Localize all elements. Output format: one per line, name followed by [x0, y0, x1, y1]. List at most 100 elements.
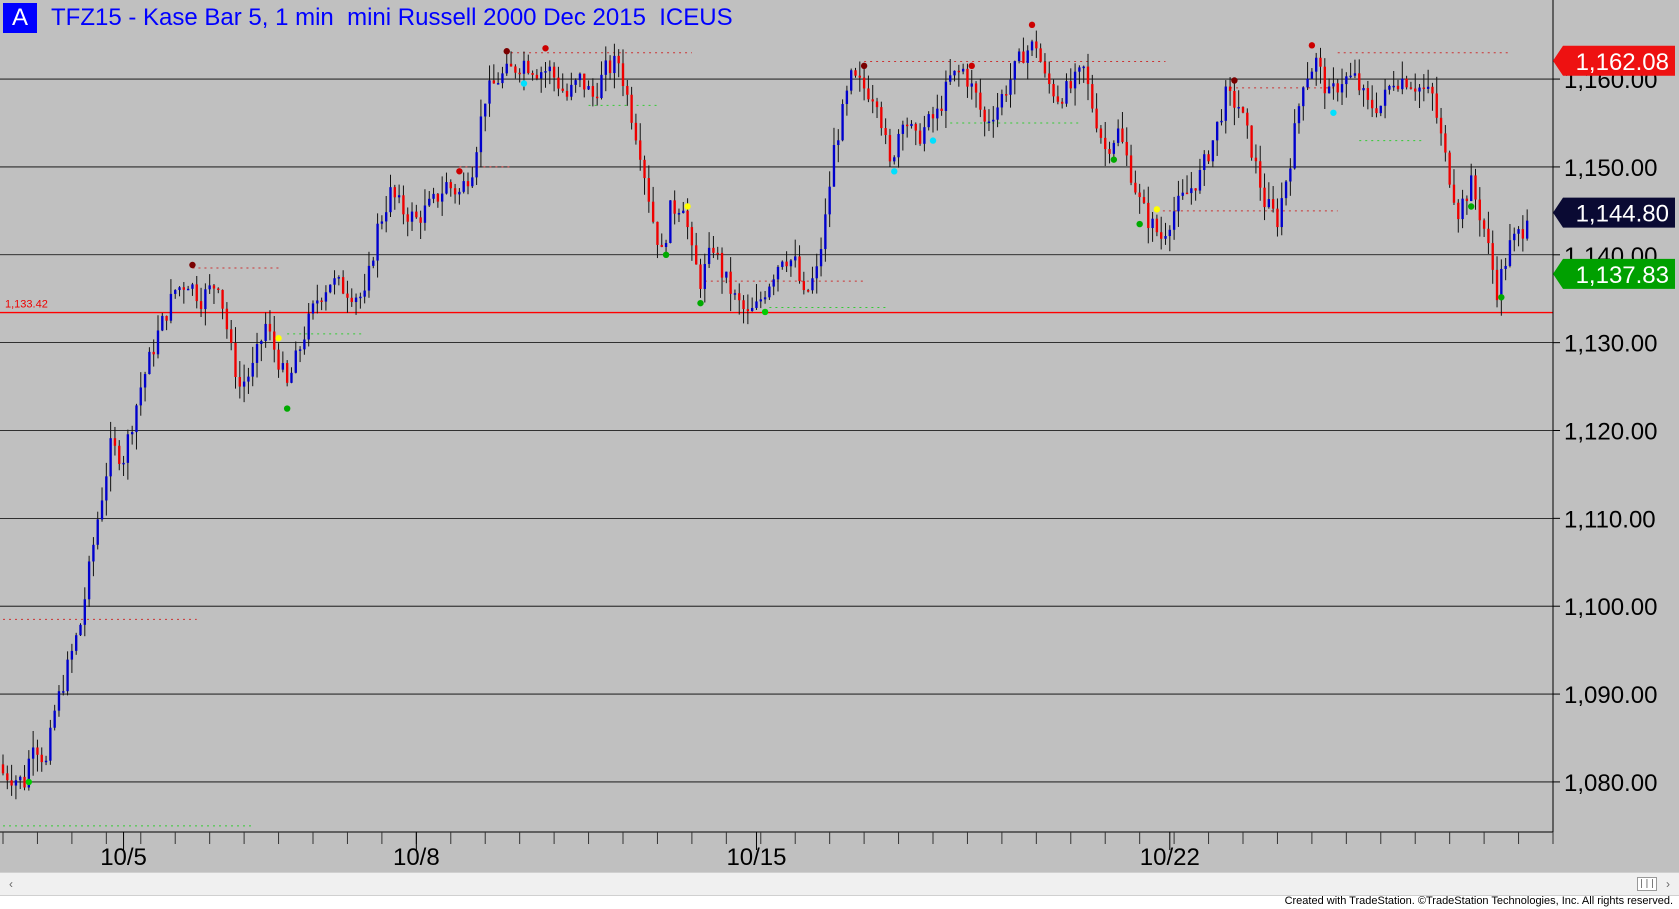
candle-up [380, 221, 384, 224]
indicator-dot [891, 168, 898, 175]
candle-down [152, 351, 155, 355]
chart-title-bar: A TFZ15 - Kase Bar 5, 1 min mini Russell… [3, 3, 733, 33]
candle-up [281, 363, 285, 370]
candle-up [329, 284, 332, 293]
candle-up [970, 83, 973, 87]
candle-up [944, 81, 948, 111]
candle-down [983, 109, 986, 122]
candle-up [548, 66, 551, 72]
indicator-dot [662, 251, 670, 259]
indicator-dot [1110, 156, 1118, 163]
scroll-thumb[interactable]: ||| [1637, 877, 1657, 891]
candle-up [1345, 76, 1348, 85]
candle-down [1052, 84, 1055, 97]
candle-up [1379, 105, 1382, 114]
candle-up [1112, 142, 1116, 154]
candle-up [1151, 218, 1154, 229]
chart: 1,133.42 1,080.00 1,090.00 1,100.00 1,110.0… [0, 0, 1679, 909]
candle-up [1017, 51, 1021, 62]
candle-up [733, 293, 737, 295]
candle-up [372, 260, 375, 266]
candle-down [712, 247, 715, 253]
candle-up [1418, 87, 1421, 92]
candle-up [1078, 67, 1081, 72]
candle-up [316, 300, 319, 304]
candle-up [604, 60, 607, 75]
candle-up [1082, 66, 1085, 69]
candle-up [897, 133, 900, 158]
candle-up [1289, 168, 1292, 182]
candle-down [238, 377, 241, 387]
indicator-dot [189, 261, 196, 269]
candle-down [118, 445, 121, 464]
scroll-left-arrow-icon[interactable]: ‹ [2, 873, 20, 895]
candle-up [1030, 41, 1034, 51]
candle-down [527, 60, 530, 74]
candle-up [156, 330, 160, 355]
candle-down [1259, 161, 1262, 188]
candle-up [1362, 88, 1365, 91]
candle-down [888, 135, 892, 162]
candle-down [699, 264, 702, 289]
candle-up [105, 476, 108, 501]
candle-down [350, 297, 353, 303]
candle-up [66, 659, 69, 692]
candle-up [354, 297, 358, 303]
candle-down [199, 301, 203, 310]
candle-up [303, 339, 306, 350]
candle-up [31, 747, 35, 759]
candle-down [1138, 192, 1141, 198]
candle-up [828, 186, 831, 215]
candle-up [832, 145, 836, 187]
candle-up [845, 90, 849, 105]
candle-down [165, 315, 168, 321]
window-badge[interactable]: A [3, 3, 37, 33]
candle-down [1319, 57, 1322, 67]
candle-up [522, 60, 526, 74]
candle-down [686, 210, 689, 228]
candle-down [1457, 202, 1460, 220]
candle-up [100, 500, 104, 520]
candle-down [1370, 99, 1374, 109]
y-tick-label: 1,150.00 [1564, 155, 1657, 182]
price-tag-label: 1,162.08 [1576, 49, 1669, 76]
x-tick-label: 10/8 [393, 844, 440, 871]
horizontal-scrollbar[interactable]: ‹ ||| › [0, 872, 1679, 896]
candle-up [1293, 123, 1296, 169]
candle-down [23, 776, 26, 788]
candle-up [570, 84, 573, 97]
candle-up [1383, 89, 1387, 106]
candle-up [841, 104, 844, 141]
candle-down [643, 159, 646, 179]
candle-up [479, 116, 483, 153]
candle-down [277, 349, 280, 370]
candle-up [1267, 199, 1271, 208]
candle-down [273, 331, 276, 350]
candle-down [746, 309, 750, 312]
y-tick-label: 1,080.00 [1564, 770, 1657, 797]
candle-up [1284, 181, 1288, 199]
price-tag-label: 1,137.83 [1576, 262, 1669, 289]
candle-down [617, 55, 620, 64]
scroll-right-arrow-icon[interactable]: › [1659, 873, 1677, 895]
candle-up [488, 80, 491, 104]
x-tick-label: 10/15 [726, 844, 786, 871]
candle-up [148, 351, 151, 375]
candle-up [1508, 240, 1512, 266]
plot-background [0, 0, 1679, 872]
candle-up [83, 599, 86, 625]
candle-up [1211, 140, 1215, 162]
candle-down [595, 96, 599, 99]
candle-up [423, 205, 427, 223]
candle-down [212, 285, 216, 289]
candle-down [1129, 155, 1133, 183]
candle-down [436, 193, 440, 202]
candle-down [639, 140, 642, 160]
x-tick-label: 10/22 [1140, 844, 1200, 871]
candle-down [1465, 198, 1469, 202]
candle-down [1228, 86, 1232, 91]
candle-up [49, 727, 52, 761]
candle-down [514, 66, 517, 73]
candle-down [1323, 66, 1326, 94]
candle-up [445, 182, 448, 194]
